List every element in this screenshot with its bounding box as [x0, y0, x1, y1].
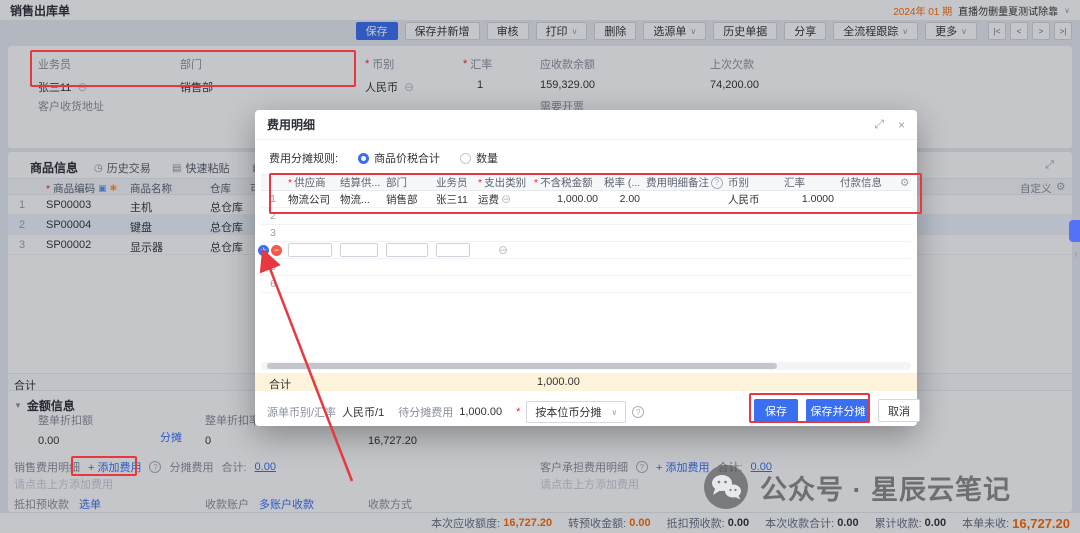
- row-number: 1: [261, 193, 285, 205]
- fee-amount[interactable]: 1,000.00: [531, 193, 601, 205]
- dialog-title: 费用明细: [267, 116, 860, 133]
- fee-rule-label: 费用分摊规则:: [269, 150, 338, 166]
- required-mark: *: [534, 177, 538, 189]
- row-number: 3: [261, 227, 285, 239]
- col-settle-supplier: 结算供...: [337, 175, 383, 190]
- fee-total-label: 合计: [269, 376, 291, 392]
- dialog-save-spread-button[interactable]: 保存并分摊: [806, 399, 870, 422]
- row-number: 2: [261, 210, 285, 222]
- fee-supplier-input[interactable]: [288, 243, 332, 257]
- fee-table-header: *供应商 结算供... 部门 业务员 *支出类别 *不含税金额 税率 (... …: [261, 174, 911, 191]
- col-supplier: 供应商: [294, 175, 326, 190]
- radio-dot: [358, 153, 369, 164]
- clear-icon[interactable]: ⊖: [501, 193, 511, 205]
- chevron-down-icon: ∨: [611, 408, 617, 417]
- fee-row-empty[interactable]: 3: [261, 225, 911, 242]
- col-pay-info: 付款信息: [837, 175, 897, 190]
- add-row-icon[interactable]: +: [258, 245, 269, 256]
- chat-float-button[interactable]: [1069, 220, 1080, 242]
- col-tax-rate: 税率 (...: [601, 175, 643, 190]
- fee-currency[interactable]: 人民币: [725, 192, 781, 207]
- spread-mode-value: 按本位币分摊: [535, 404, 601, 420]
- expand-icon[interactable]: ⤢: [874, 117, 884, 132]
- col-salesman: 业务员: [433, 175, 475, 190]
- fee-row-empty[interactable]: 2: [261, 208, 911, 225]
- col-currency: 币别: [725, 175, 781, 190]
- fee-category[interactable]: 运费: [478, 192, 499, 207]
- fee-rate[interactable]: 1.0000: [781, 193, 837, 205]
- required-mark: *: [516, 406, 520, 418]
- clear-icon[interactable]: ⊖: [498, 244, 508, 256]
- fee-supplier[interactable]: 物流公司: [285, 192, 337, 207]
- arrow-right-icon[interactable]: ›: [1074, 246, 1078, 261]
- fee-total-value: 1,000.00: [537, 376, 580, 388]
- fee-rule-row: 费用分摊规则: 商品价税合计 数量: [269, 150, 498, 166]
- required-mark: *: [478, 177, 482, 189]
- fee-tax-rate[interactable]: 2.00: [601, 193, 643, 205]
- row-number: 5: [261, 261, 285, 273]
- pending-fee-label: 待分摊费用: [398, 404, 453, 420]
- dialog-save-button[interactable]: 保存: [754, 399, 798, 422]
- delete-row-icon[interactable]: −: [271, 245, 282, 256]
- close-icon[interactable]: ×: [898, 118, 905, 132]
- col-dept: 部门: [383, 175, 433, 190]
- source-currency-value: 人民币/1: [342, 404, 384, 420]
- dialog-header: 费用明细 ⤢ ×: [255, 110, 917, 140]
- fee-row[interactable]: 1 物流公司 物流... 销售部 张三11 运费⊖ 1,000.00 2.00 …: [261, 191, 911, 208]
- question-icon[interactable]: ?: [711, 177, 723, 189]
- col-rate: 汇率: [781, 175, 837, 190]
- fee-dept-input[interactable]: [386, 243, 428, 257]
- fee-detail-dialog: 费用明细 ⤢ × 费用分摊规则: 商品价税合计 数量 *供应商 结算供... 部…: [255, 110, 917, 426]
- required-mark: *: [288, 177, 292, 189]
- radio-dot: [460, 153, 471, 164]
- radio-price-tax-total[interactable]: 商品价税合计: [358, 150, 440, 166]
- spread-mode-select[interactable]: 按本位币分摊 ∨: [526, 401, 626, 423]
- radio-quantity[interactable]: 数量: [460, 150, 498, 166]
- fee-row-empty[interactable]: 6: [261, 276, 911, 293]
- fee-salesman-input[interactable]: [436, 243, 470, 257]
- col-amount: 不含税金额: [540, 175, 593, 190]
- fee-total-row: 合计 1,000.00: [255, 373, 917, 391]
- source-currency-label: 源单币别/汇率: [267, 404, 336, 420]
- fee-table: *供应商 结算供... 部门 业务员 *支出类别 *不含税金额 税率 (... …: [261, 174, 911, 293]
- fee-settle-input[interactable]: [340, 243, 378, 257]
- horizontal-scrollbar[interactable]: [261, 362, 911, 370]
- col-category: 支出类别: [484, 175, 526, 190]
- question-icon[interactable]: ?: [632, 406, 644, 418]
- col-remark: 费用明细备注: [646, 175, 709, 190]
- app-screen: 销售出库单 2024年 01 期 直播勿删量夏测试除靠 ∨ 保存 保存并新增 审…: [0, 0, 1080, 533]
- fee-dept[interactable]: 销售部: [383, 192, 433, 207]
- row-number: 6: [261, 278, 285, 290]
- fee-row-editing[interactable]: + − ⊖: [261, 242, 911, 259]
- pending-fee-value: 1,000.00: [459, 406, 502, 418]
- fee-salesman[interactable]: 张三11: [433, 192, 475, 207]
- scrollbar-thumb[interactable]: [267, 363, 777, 369]
- radio-label: 数量: [476, 150, 498, 166]
- gear-icon[interactable]: ⚙: [897, 177, 911, 189]
- fee-row-empty[interactable]: 5: [261, 259, 911, 276]
- fee-settle-supplier[interactable]: 物流...: [337, 192, 383, 207]
- radio-label: 商品价税合计: [374, 150, 440, 166]
- dialog-cancel-button[interactable]: 取消: [878, 399, 920, 422]
